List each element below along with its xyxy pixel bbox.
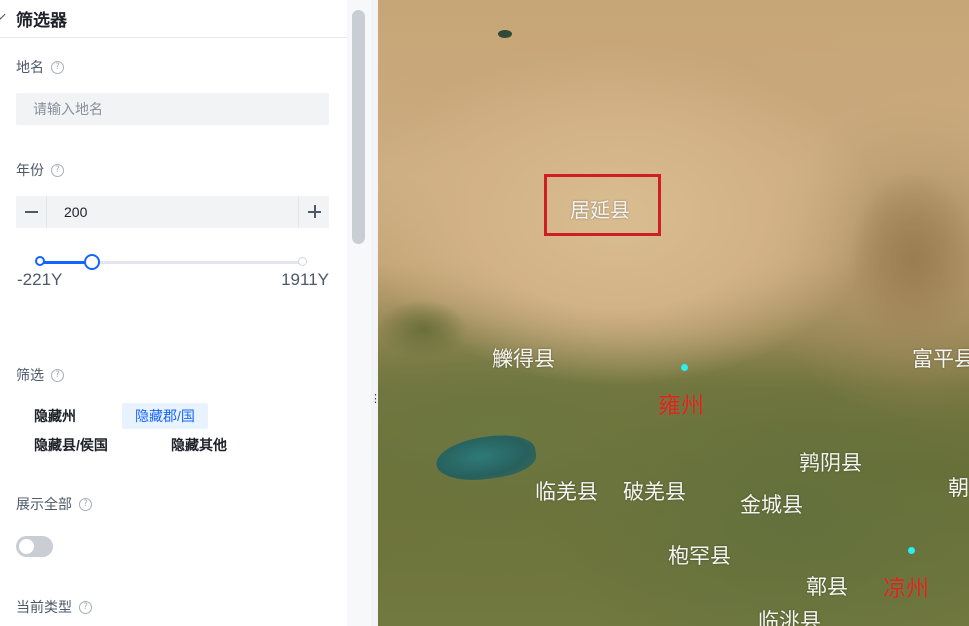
place-label-zhao[interactable]: 朝 [948,472,969,502]
place-name-input[interactable] [16,93,329,125]
filter-panel-header[interactable]: 筛选器 [0,0,347,38]
place-label-ledei[interactable]: 觻得县 [492,343,555,373]
slider-max-dot [298,257,307,266]
help-icon[interactable]: ? [51,163,64,177]
place-label-juyan[interactable]: 居延县 [570,194,630,223]
place-label-fuhan[interactable]: 枹罕县 [668,540,731,570]
place-label-linqiang[interactable]: 临羌县 [535,476,598,506]
slider-handle-start[interactable] [35,256,45,266]
help-icon[interactable]: ? [79,600,92,614]
filter-label-text: 筛选 [16,367,44,383]
map-view[interactable]: 居延县 觻得县 雍州 富平县 鹑阴县 临羌县 破羌县 金城县 朝 枹罕县 鄣县 … [378,0,969,626]
year-stepper: 200 [16,196,329,228]
place-name-label-text: 地名 [16,59,44,75]
filter-option-hide-zhou[interactable]: 隐藏州 [21,403,89,429]
show-all-toggle[interactable] [16,536,53,557]
help-icon[interactable]: ? [79,497,92,511]
terrain-patch [848,170,969,350]
increment-button[interactable] [298,196,329,228]
place-label-lintao[interactable]: 临洮县 [758,605,821,626]
panel-title: 筛选器 [16,11,67,30]
slider-min-label: -221Y [17,270,63,289]
show-all-label: 展示全部 ? [16,494,92,514]
current-type-label: 当前类型 ? [16,597,92,617]
sidebar-scrollbar[interactable] [347,0,371,626]
filter-panel: 筛选器 地名 ? 年份 ? 200 -221Y 1911Y 筛选 ? 隐藏州 隐… [0,0,347,626]
panel-resize-divider[interactable] [371,0,378,626]
year-range-slider[interactable] [35,254,307,270]
lake-small [498,30,512,38]
place-label-fuping[interactable]: 富平县 [912,343,969,373]
year-label-text: 年份 [16,162,44,178]
filter-option-hide-xian[interactable]: 隐藏县/侯国 [21,432,121,458]
year-value[interactable]: 200 [47,204,298,220]
place-marker[interactable] [681,364,688,371]
filter-option-hide-other[interactable]: 隐藏其他 [158,432,240,458]
decrement-button[interactable] [16,196,47,228]
place-label-gui[interactable]: 鄣县 [806,571,848,601]
place-label-jincheng[interactable]: 金城县 [740,489,803,519]
chevron-down-icon[interactable] [0,14,10,24]
scrollbar-thumb[interactable] [352,10,365,244]
place-label-poqiang[interactable]: 破羌县 [623,476,686,506]
show-all-label-text: 展示全部 [16,496,72,512]
slider-handle-end[interactable] [83,254,100,270]
help-icon[interactable]: ? [51,368,64,382]
place-marker[interactable] [908,547,915,554]
filter-label: 筛选 ? [16,365,64,385]
help-icon[interactable]: ? [51,60,64,74]
place-label-chunyin[interactable]: 鹑阴县 [799,447,862,477]
filter-option-hide-jun[interactable]: 隐藏郡/国 [122,403,208,429]
place-label-liangzhou[interactable]: 凉州 [883,569,929,603]
place-label-yongzhou[interactable]: 雍州 [658,386,704,420]
year-label: 年份 ? [16,160,64,180]
place-name-label: 地名 ? [16,57,64,77]
slider-max-label: 1911Y [281,270,329,289]
terrain-patch [378,300,468,360]
current-type-label-text: 当前类型 [16,599,72,615]
qinghai-lake [433,430,539,486]
